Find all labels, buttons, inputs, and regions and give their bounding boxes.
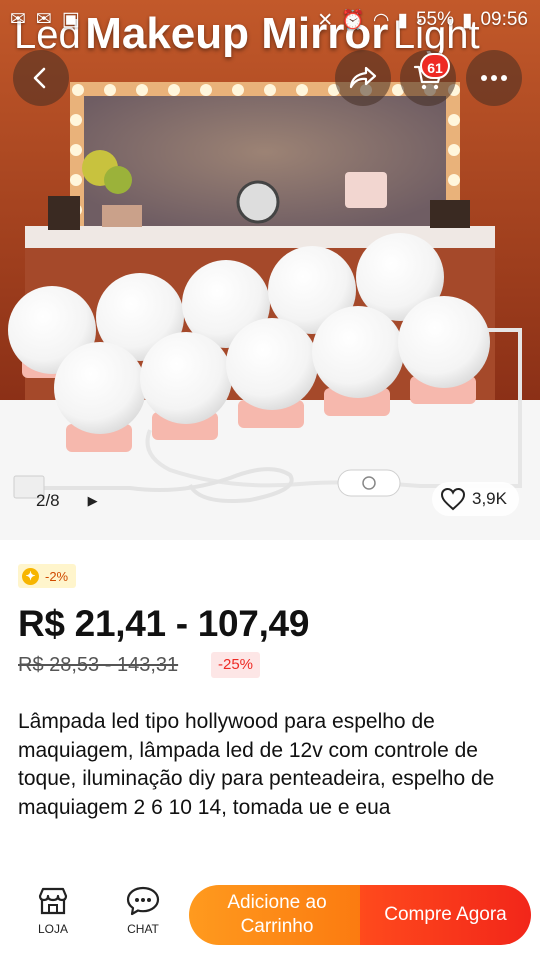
- share-icon: [349, 66, 377, 89]
- chat-label: CHAT: [127, 922, 159, 936]
- clock: 09:56: [480, 9, 528, 30]
- more-icon: [481, 75, 507, 81]
- bottom-action-bar: LOJA CHAT Adicione ao Carrinho Compre Ag…: [0, 872, 540, 960]
- chat-tab[interactable]: CHAT: [113, 886, 173, 936]
- add-to-cart-label-line1: Adicione ao: [227, 892, 327, 913]
- product-photo: [0, 0, 540, 540]
- discount-badge: -25%: [211, 652, 261, 678]
- calendar-icon: ▣: [61, 9, 80, 30]
- original-price: R$ 28,53 - 143,31: [18, 654, 179, 676]
- price-range: R$ 21,41 - 107,49: [18, 603, 310, 644]
- image-index: 2/8: [36, 491, 60, 510]
- add-to-cart-button[interactable]: Adicione ao Carrinho: [189, 885, 365, 945]
- image-counter: 2/8 ▶: [22, 484, 122, 518]
- status-bar: ✉ ✉ ▣ ✕ ⏰ ◠ ▮ 55% ▮ 09:56: [0, 0, 540, 36]
- alarm-icon: ⏰: [341, 10, 365, 31]
- coins-discount-tag: ✦ -2%: [18, 564, 77, 588]
- cart-count-badge: 61: [420, 53, 450, 79]
- like-button[interactable]: 3,9K: [432, 482, 519, 516]
- chat-icon: [126, 886, 160, 916]
- coin-icon: ✦: [22, 567, 39, 585]
- heart-icon: [440, 487, 466, 511]
- like-count: 3,9K: [472, 489, 507, 508]
- notification-icon: ✉: [10, 9, 26, 30]
- share-button[interactable]: [335, 50, 391, 106]
- signal-icon: ▮: [397, 9, 408, 31]
- play-icon[interactable]: ▶: [88, 493, 98, 509]
- coins-discount-label: -2%: [45, 568, 69, 584]
- wifi-icon: ◠: [372, 9, 390, 31]
- battery-level: 55%: [415, 9, 454, 30]
- mute-icon: ✕: [317, 9, 334, 31]
- product-title: Lâmpada led tipo hollywood para espelho …: [18, 710, 495, 819]
- battery-icon: ▮: [461, 9, 473, 31]
- add-to-cart-label-line2: Carrinho: [240, 916, 314, 937]
- back-button[interactable]: [13, 50, 69, 106]
- store-tab[interactable]: LOJA: [23, 886, 83, 936]
- store-icon: [38, 887, 68, 915]
- more-options-button[interactable]: [466, 50, 522, 106]
- back-arrow-icon: [33, 67, 46, 89]
- buy-now-button[interactable]: Compre Agora: [360, 885, 531, 945]
- product-image-carousel[interactable]: Led Makeup Mirror Light ✉ ✉ ▣ ✕ ⏰ ◠ ▮ 55…: [0, 0, 540, 540]
- store-label: LOJA: [37, 922, 68, 936]
- notification-icon: ✉: [35, 9, 52, 30]
